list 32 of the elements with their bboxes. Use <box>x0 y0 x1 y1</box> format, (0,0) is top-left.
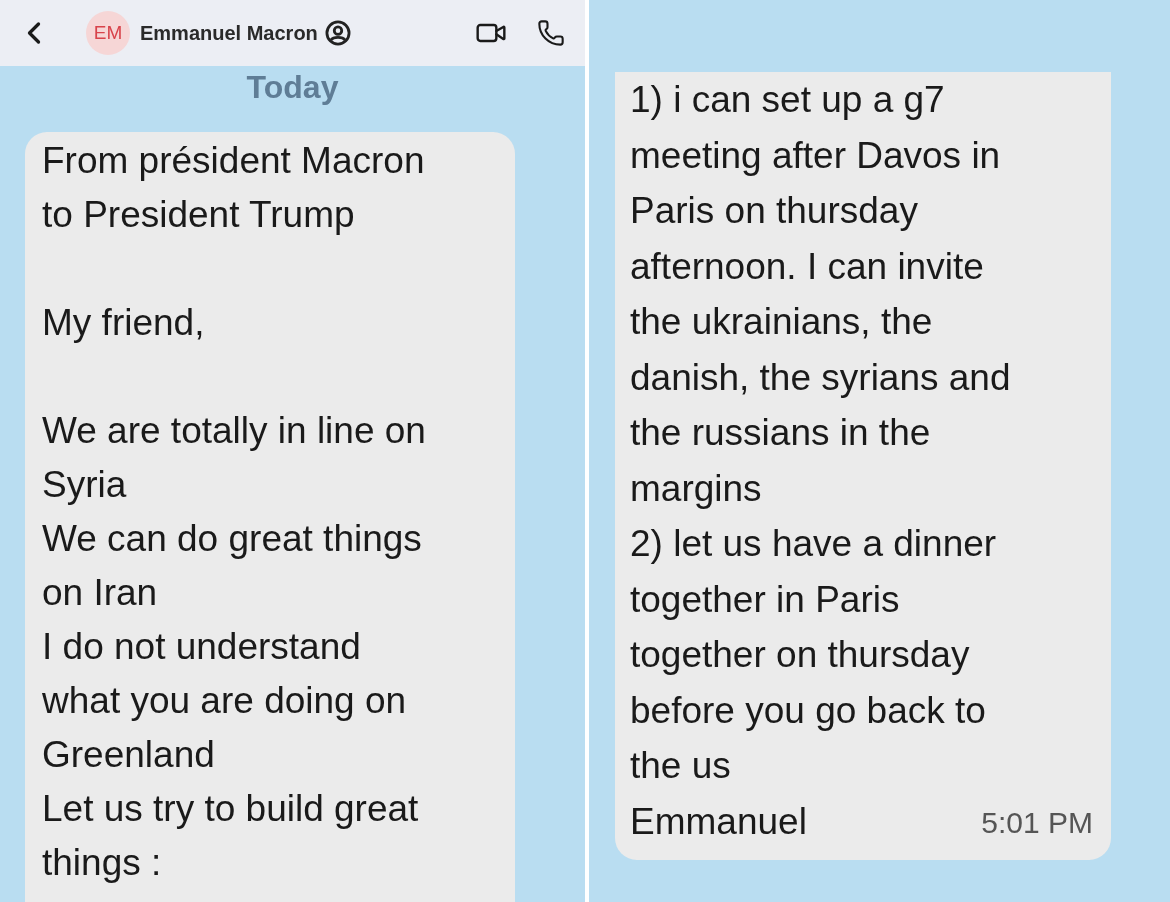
message-line: danish, the syrians and <box>630 355 1011 400</box>
message-line: We can do great things <box>42 517 422 561</box>
message-line: afternoon. I can invite <box>630 244 984 289</box>
message-line: the us <box>630 744 731 788</box>
message-line: the russians in the <box>630 411 931 455</box>
message-line: My friend, <box>42 301 205 345</box>
avatar: EM <box>86 11 130 55</box>
message-line: things : <box>42 841 162 885</box>
message-line: Let us try to build great <box>42 787 419 831</box>
message-line: I do not understand <box>42 625 361 669</box>
message-line: From président Macron <box>42 139 425 183</box>
message-line: meeting after Davos in <box>630 133 1001 178</box>
message-line: together in Paris <box>630 577 900 622</box>
message-line: what you are doing on <box>42 679 407 723</box>
message-line: Greenland <box>42 733 215 777</box>
message-line: 1) i can set up a g7 <box>630 78 945 122</box>
message-line: on Iran <box>42 571 158 615</box>
message-line: 2) let us have a dinner <box>630 522 997 566</box>
message-line: to President Trump <box>42 193 355 237</box>
message-line: Paris on thursday <box>630 189 918 233</box>
contact-name: Emmanuel Macron <box>140 21 318 46</box>
message-line: the ukrainians, the <box>630 300 933 344</box>
date-label: Today <box>246 68 339 106</box>
profile-icon[interactable] <box>323 19 352 47</box>
phone-icon[interactable] <box>537 19 565 47</box>
message-line: margins <box>630 466 762 511</box>
message-time: 5:01 PM <box>981 805 1093 841</box>
message-line: Emmanuel <box>630 799 807 844</box>
message-line: together on thursday <box>630 633 970 677</box>
message-line: We are totally in line on <box>42 409 426 453</box>
message-line: Syria <box>42 463 127 507</box>
message-line: before you go back to <box>630 688 986 733</box>
